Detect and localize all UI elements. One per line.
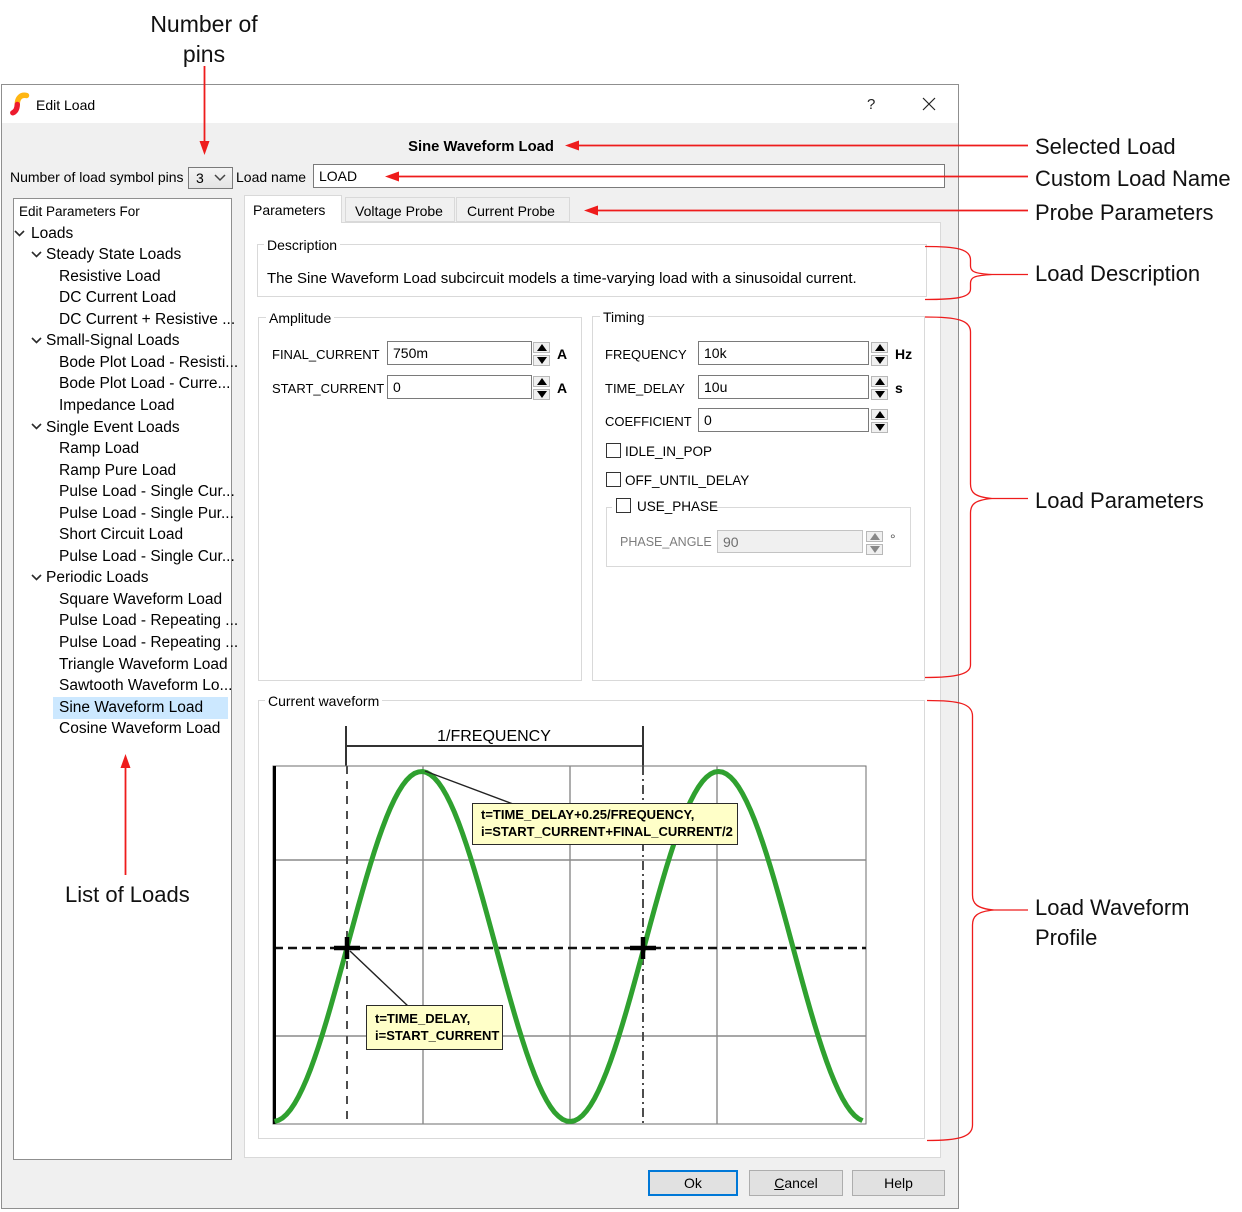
svg-text:1/FREQUENCY: 1/FREQUENCY — [437, 728, 551, 745]
